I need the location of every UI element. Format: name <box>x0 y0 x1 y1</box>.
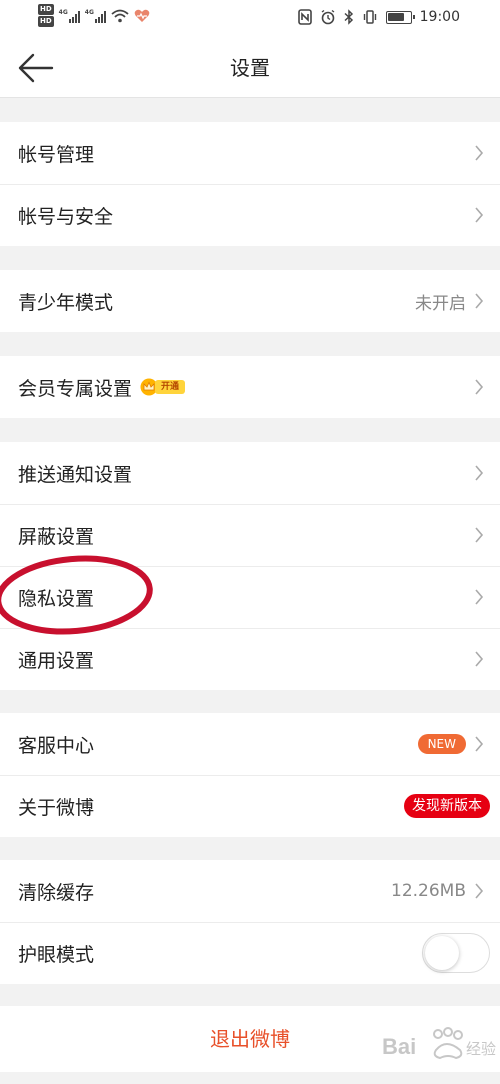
chevron-right-icon <box>475 736 484 752</box>
row-label: 关于微博 <box>18 796 95 819</box>
status-left: HD HD 4G 4G <box>38 4 150 27</box>
vibrate-icon <box>363 10 376 24</box>
hd-indicator: HD HD <box>38 4 54 27</box>
general-settings-row[interactable]: 通用设置 <box>0 628 500 690</box>
row-right: NEW <box>417 713 484 775</box>
row-right <box>474 628 484 690</box>
row-right: 未开启 <box>415 270 484 332</box>
signal-icon-2: 4G <box>85 9 106 23</box>
row-label: 会员专属设置 <box>18 377 133 400</box>
toggle-knob <box>425 936 459 970</box>
chevron-right-icon <box>475 589 484 605</box>
row-right <box>474 184 484 246</box>
eye-care-row: 护眼模式 <box>0 922 500 984</box>
customer-service-row[interactable]: 客服中心 NEW <box>0 713 500 775</box>
network-type-2: 4G <box>84 8 94 16</box>
status-right: 19:00 <box>297 9 460 25</box>
vip-open-label: 开通 <box>155 380 186 394</box>
signal-icon: 4G <box>59 9 80 23</box>
row-right <box>474 356 484 418</box>
nav-bar: 设置 <box>0 38 500 98</box>
row-label: 隐私设置 <box>18 587 95 610</box>
privacy-settings-row[interactable]: 隐私设置 <box>0 566 500 628</box>
battery-icon <box>385 10 415 24</box>
chevron-right-icon <box>475 145 484 161</box>
row-right: 12.26MB <box>391 860 484 922</box>
vip-badge: 开通 <box>140 378 186 396</box>
row-right <box>422 922 490 984</box>
chevron-right-icon <box>475 883 484 899</box>
vip-settings-row[interactable]: 会员专属设置 开通 <box>0 356 500 418</box>
account-management-row[interactable]: 帐号管理 <box>0 122 500 184</box>
youth-mode-status: 未开启 <box>415 293 466 314</box>
row-right <box>474 504 484 566</box>
health-icon <box>134 9 150 22</box>
page-title: 设置 <box>230 56 270 80</box>
row-right <box>474 566 484 628</box>
status-bar: HD HD 4G 4G 19:00 <box>0 0 500 38</box>
alarm-icon <box>321 9 335 25</box>
new-badge: NEW <box>417 734 466 754</box>
youth-group: 青少年模式 未开启 <box>0 270 500 332</box>
row-label: 推送通知设置 <box>18 463 133 486</box>
hd-badge-bottom: HD <box>38 16 54 27</box>
youth-mode-row[interactable]: 青少年模式 未开启 <box>0 270 500 332</box>
row-label: 屏蔽设置 <box>18 525 95 548</box>
wifi-icon <box>111 9 129 22</box>
chevron-right-icon <box>475 293 484 309</box>
chevron-right-icon <box>475 527 484 543</box>
network-type-1: 4G <box>58 8 68 16</box>
clear-cache-row[interactable]: 清除缓存 12.26MB <box>0 860 500 922</box>
cache-size: 12.26MB <box>391 881 466 901</box>
row-right <box>474 442 484 504</box>
logout-button[interactable]: 退出微博 <box>0 1006 500 1072</box>
vip-group: 会员专属设置 开通 <box>0 356 500 418</box>
bluetooth-icon <box>344 9 353 25</box>
about-weibo-row[interactable]: 关于微博 发现新版本 <box>0 775 500 837</box>
row-label: 清除缓存 <box>18 881 95 904</box>
chevron-right-icon <box>475 465 484 481</box>
nfc-icon <box>297 9 312 25</box>
account-group: 帐号管理 帐号与安全 <box>0 122 500 246</box>
block-settings-row[interactable]: 屏蔽设置 <box>0 504 500 566</box>
chevron-right-icon <box>475 207 484 223</box>
account-security-row[interactable]: 帐号与安全 <box>0 184 500 246</box>
row-label: 通用设置 <box>18 649 95 672</box>
row-label: 客服中心 <box>18 734 95 757</box>
misc-group: 清除缓存 12.26MB 护眼模式 <box>0 860 500 984</box>
push-notification-row[interactable]: 推送通知设置 <box>0 442 500 504</box>
status-time: 19:00 <box>419 9 460 25</box>
row-label: 帐号管理 <box>18 143 95 166</box>
settings-group: 推送通知设置 屏蔽设置 隐私设置 通用设置 <box>0 442 500 690</box>
new-version-badge: 发现新版本 <box>404 794 490 818</box>
row-right <box>474 122 484 184</box>
row-right: 发现新版本 <box>404 775 490 837</box>
row-label: 青少年模式 <box>18 291 114 314</box>
eye-care-toggle[interactable] <box>422 933 490 973</box>
chevron-right-icon <box>475 379 484 395</box>
chevron-right-icon <box>475 651 484 667</box>
hd-badge-top: HD <box>38 4 54 15</box>
row-label: 帐号与安全 <box>18 205 114 228</box>
support-group: 客服中心 NEW 关于微博 发现新版本 <box>0 713 500 837</box>
row-label: 护眼模式 <box>18 943 95 966</box>
